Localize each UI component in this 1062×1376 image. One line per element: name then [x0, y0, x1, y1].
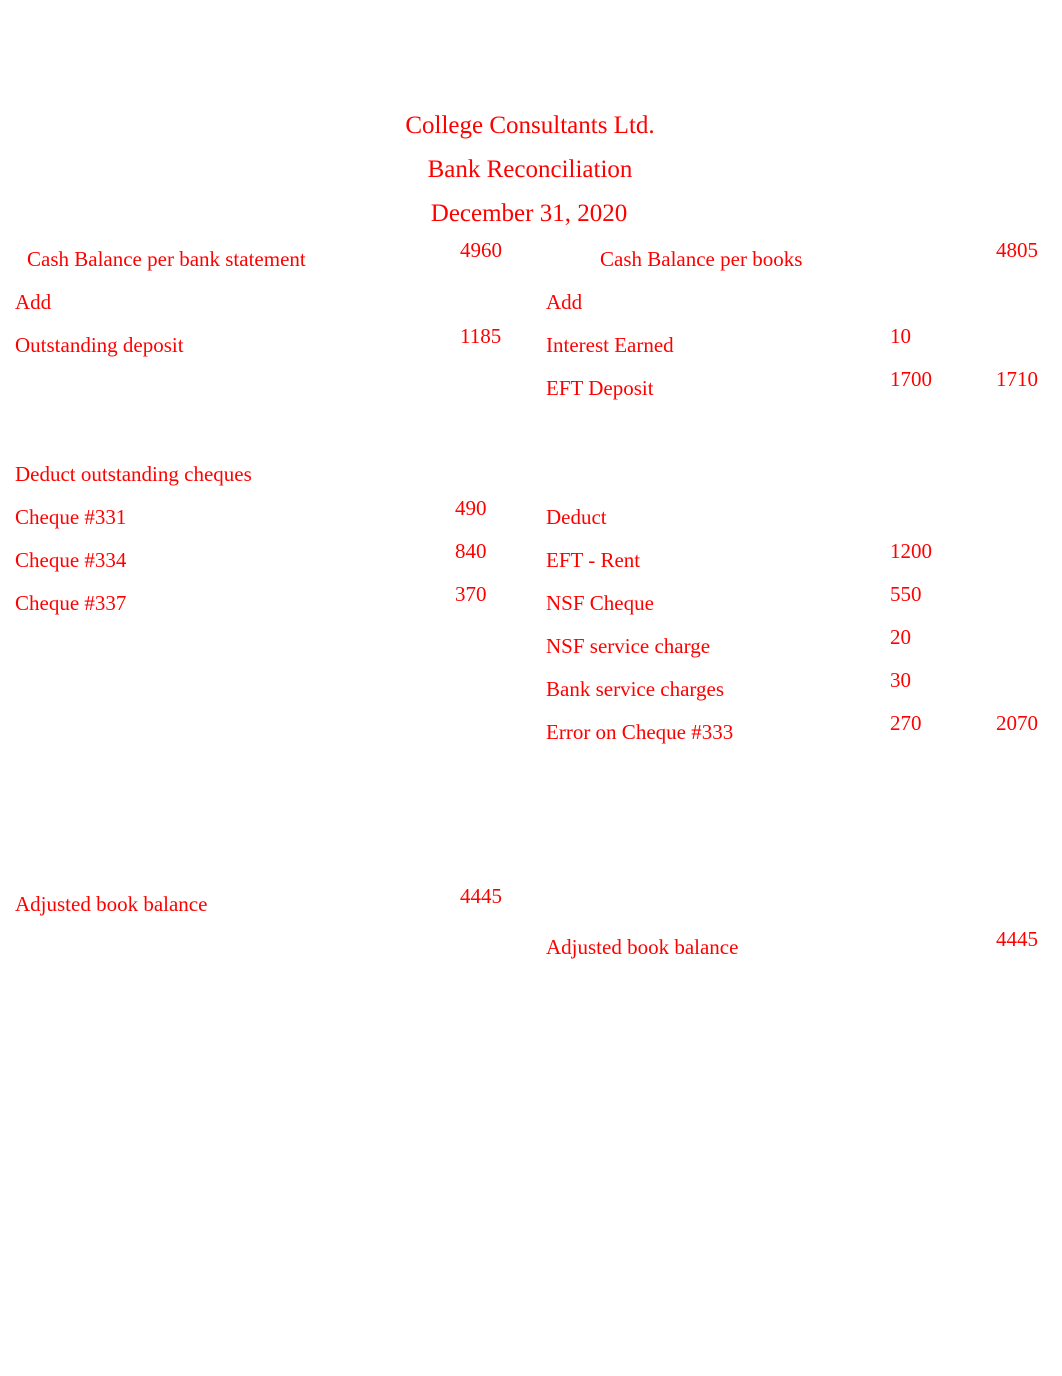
bank-total-amount: 4445	[460, 884, 502, 908]
books-total-row: Adjusted book balance 4445	[540, 927, 1062, 971]
books-spacer-row-3	[540, 756, 1062, 799]
bank-add-heading-row: Add	[0, 283, 540, 326]
bank-deduct-item-row: Cheque #331 490	[0, 496, 540, 541]
books-bank-service-charges-label: Bank service charges	[546, 677, 725, 701]
bank-add-item-row: Outstanding deposit 1185	[0, 324, 540, 369]
statement-title: Bank Reconciliation	[427, 156, 633, 183]
bank-cheque-331-label: Cheque #331	[15, 505, 127, 529]
books-spacer-row-6	[540, 885, 1062, 928]
bank-cheque-337-label: Cheque #337	[15, 591, 127, 615]
books-spacer-row-2	[540, 455, 1062, 498]
books-opening-row: Cash Balance per books 4805	[540, 238, 1062, 283]
books-error-cheque-333-amount: 270	[890, 711, 922, 735]
books-total-amount: 4445	[996, 927, 1038, 951]
books-deduct-heading-row: Deduct	[540, 498, 1062, 541]
books-add-subtotal: 1710	[996, 367, 1038, 391]
books-deduct-item-row: Bank service charges 30	[540, 668, 1062, 713]
bank-spacer-row-3	[0, 627, 540, 670]
bank-add-item-amount: 1185	[460, 324, 502, 348]
document-title-block: College Consultants Ltd. Bank Reconcilia…	[0, 104, 1062, 236]
bank-deduct-heading: Deduct outstanding cheques	[15, 462, 252, 486]
books-eft-rent-label: EFT - Rent	[546, 548, 641, 572]
bank-spacer-row-1	[0, 369, 540, 412]
books-add-heading-row: Add	[540, 283, 1062, 326]
books-eft-rent-amount: 1200	[890, 539, 932, 563]
company-name: College Consultants Ltd.	[405, 112, 655, 139]
bank-total-label: Adjusted book balance	[15, 892, 208, 916]
books-total-label: Adjusted book balance	[546, 935, 739, 959]
bank-statement-panel: Cash Balance per bank statement 4960 Add…	[0, 238, 540, 928]
books-opening-label: Cash Balance per books	[600, 247, 803, 271]
bank-deduct-heading-row: Deduct outstanding cheques	[0, 455, 540, 498]
bank-spacer-row-5	[0, 713, 540, 756]
books-bank-service-charges-amount: 30	[890, 668, 911, 692]
bank-deduct-item-row: Cheque #334 840	[0, 539, 540, 584]
bank-cheque-331-amount: 490	[455, 496, 487, 520]
books-deduct-item-row: NSF Cheque 550	[540, 582, 1062, 627]
books-deduct-heading: Deduct	[546, 505, 607, 529]
statement-date: December 31, 2020	[430, 200, 628, 227]
books-add-item-row: Interest Earned 10	[540, 324, 1062, 369]
bank-cheque-334-label: Cheque #334	[15, 548, 127, 572]
books-spacer-row-5	[540, 842, 1062, 885]
bank-opening-label: Cash Balance per bank statement	[27, 247, 306, 271]
books-opening-amount: 4805	[996, 238, 1038, 262]
books-eft-deposit-label: EFT Deposit	[546, 376, 654, 400]
books-nsf-cheque-amount: 550	[890, 582, 922, 606]
books-interest-earned-amount: 10	[890, 324, 911, 348]
bank-deduct-item-row: Cheque #337 370	[0, 582, 540, 627]
books-error-cheque-333-label: Error on Cheque #333	[546, 720, 734, 744]
bank-add-heading: Add	[15, 290, 52, 314]
books-spacer-row-4	[540, 799, 1062, 842]
bank-spacer-row-8	[0, 842, 540, 885]
books-deduct-subtotal: 2070	[996, 711, 1038, 735]
bank-add-item-label: Outstanding deposit	[15, 333, 184, 357]
books-add-item-row: EFT Deposit 1700 1710	[540, 367, 1062, 412]
bank-opening-amount: 4960	[460, 238, 502, 262]
books-nsf-service-charge-label: NSF service charge	[546, 634, 711, 658]
books-nsf-service-charge-amount: 20	[890, 625, 911, 649]
bank-reconciliation-sheet: College Consultants Ltd. Bank Reconcilia…	[0, 0, 1062, 1376]
bank-spacer-row-7	[0, 799, 540, 842]
books-deduct-item-row: EFT - Rent 1200	[540, 539, 1062, 584]
books-interest-earned-label: Interest Earned	[546, 333, 674, 357]
bank-total-row: Adjusted book balance 4445	[0, 884, 540, 928]
books-add-heading: Add	[546, 290, 583, 314]
books-nsf-cheque-label: NSF Cheque	[546, 591, 654, 615]
bank-cheque-334-amount: 840	[455, 539, 487, 563]
bank-cheque-337-amount: 370	[455, 582, 487, 606]
bank-opening-row: Cash Balance per bank statement 4960	[0, 238, 540, 283]
books-panel: Cash Balance per books 4805 Add Interest…	[540, 238, 1062, 971]
bank-spacer-row-2	[0, 412, 540, 455]
books-eft-deposit-amount: 1700	[890, 367, 932, 391]
bank-spacer-row-6	[0, 756, 540, 799]
bank-spacer-row-4	[0, 670, 540, 713]
books-spacer-row-1	[540, 412, 1062, 455]
books-deduct-item-row: NSF service charge 20	[540, 625, 1062, 670]
books-deduct-item-row: Error on Cheque #333 270 2070	[540, 711, 1062, 756]
